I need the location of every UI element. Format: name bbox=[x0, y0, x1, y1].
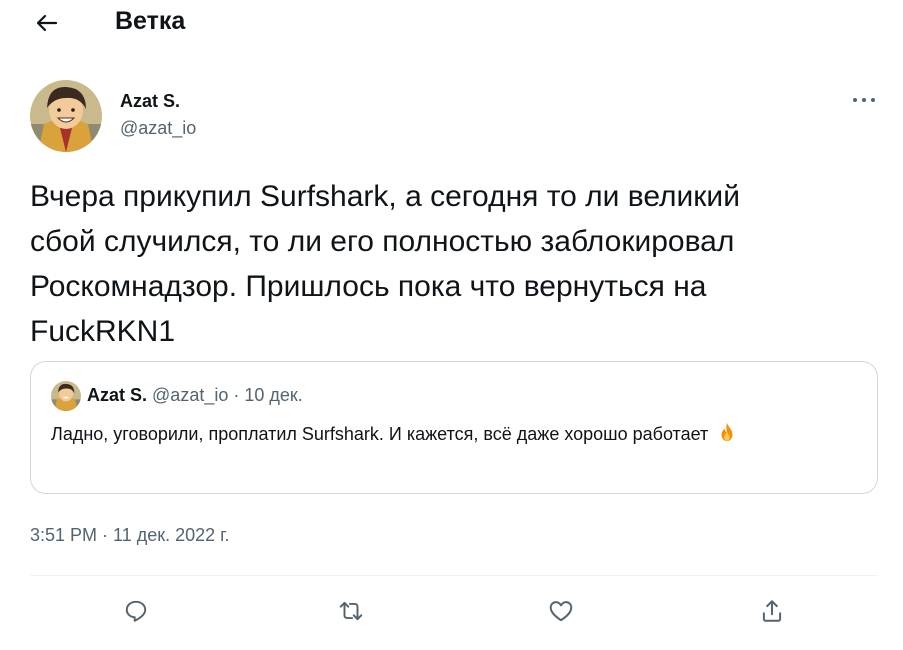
author-name[interactable]: Azat S. bbox=[120, 91, 180, 112]
more-options-button[interactable] bbox=[848, 88, 880, 112]
fire-emoji bbox=[716, 421, 738, 452]
share-icon bbox=[762, 600, 782, 622]
quoted-header: Azat S. @azat_io · 10 дек. bbox=[87, 385, 303, 406]
quoted-date: 10 дек. bbox=[244, 385, 303, 405]
share-button[interactable] bbox=[752, 591, 792, 631]
heart-icon bbox=[549, 601, 573, 622]
like-button[interactable] bbox=[541, 591, 581, 631]
header: Ветка bbox=[0, 0, 903, 48]
back-button[interactable] bbox=[30, 8, 64, 38]
retweet-button[interactable] bbox=[331, 591, 371, 631]
author-handle[interactable]: @azat_io bbox=[120, 118, 196, 139]
page-title: Ветка bbox=[115, 7, 186, 35]
actions-divider bbox=[30, 575, 878, 576]
quoted-author-name: Azat S. bbox=[87, 385, 148, 405]
retweet-icon bbox=[339, 601, 363, 621]
arrow-left-icon bbox=[36, 14, 58, 32]
tweet-timestamp[interactable]: 3:51 PM · 11 дек. 2022 г. bbox=[30, 525, 230, 546]
tweet-author: Azat S. @azat_io bbox=[0, 76, 903, 156]
avatar[interactable] bbox=[30, 80, 102, 152]
quoted-text: Ладно, уговорили, проплатил Surfshark. И… bbox=[51, 420, 811, 452]
reply-button[interactable] bbox=[116, 591, 156, 631]
quoted-avatar bbox=[51, 381, 81, 411]
reply-icon bbox=[125, 600, 147, 622]
quoted-separator: · bbox=[233, 385, 240, 405]
more-icon bbox=[853, 98, 875, 102]
tweet-text: Вчера прикупил Surfshark, а сегодня то л… bbox=[30, 180, 740, 348]
quoted-text-body: Ладно, уговорили, проплатил Surfshark. И… bbox=[51, 424, 709, 444]
quoted-tweet[interactable]: Azat S. @azat_io · 10 дек. Ладно, уговор… bbox=[30, 361, 878, 494]
quoted-author-handle: @azat_io bbox=[152, 385, 229, 405]
